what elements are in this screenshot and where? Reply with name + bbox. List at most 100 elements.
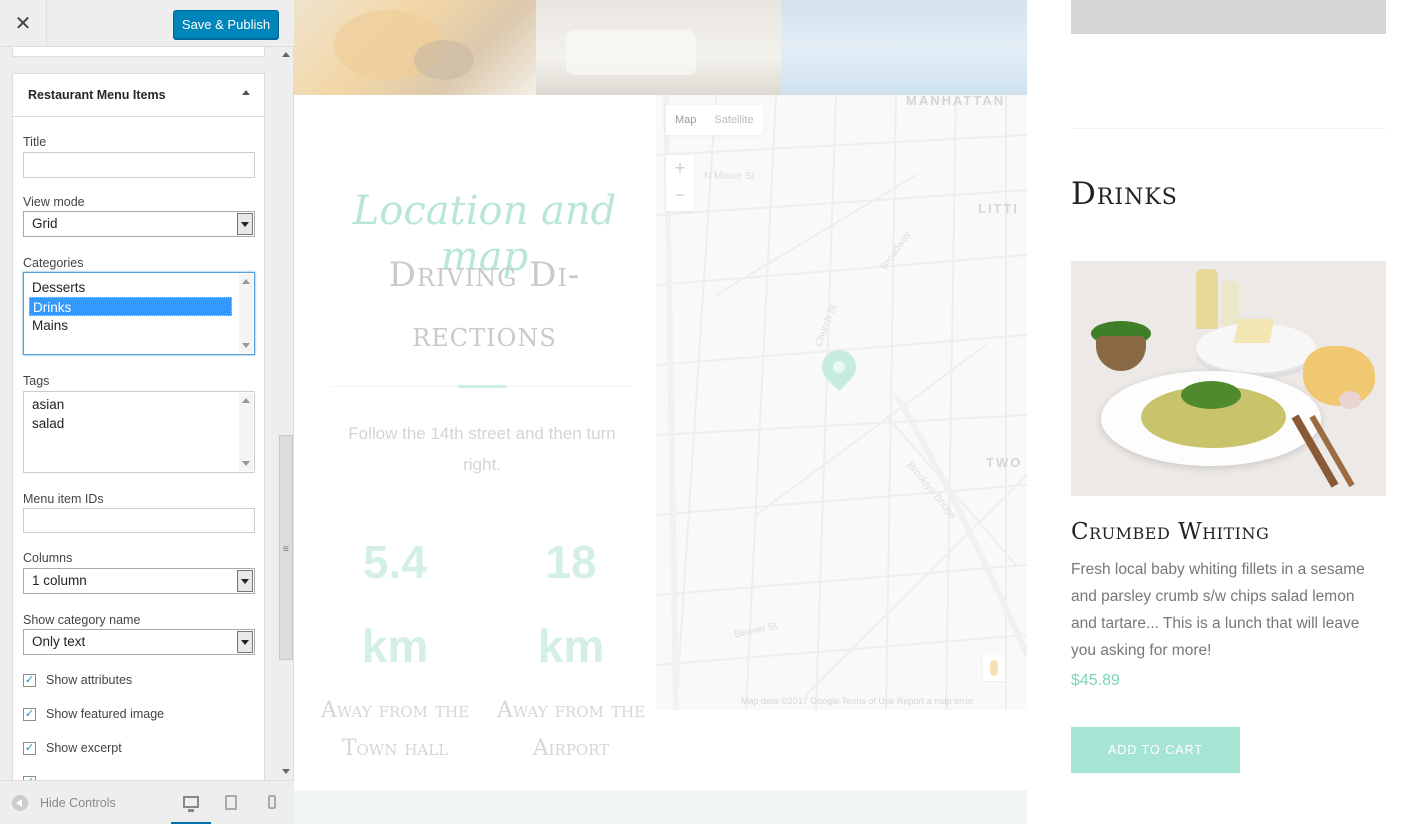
sidebar-scrollbar[interactable]: ≡ — [279, 47, 293, 780]
gallery-image-food — [294, 0, 536, 95]
stat-airport: 18 km Away from the Airport — [496, 520, 646, 768]
divider — [1071, 128, 1386, 129]
show-excerpt-label: Show excerpt — [46, 741, 122, 755]
stat-unit: km — [361, 620, 429, 672]
category-option-drinks[interactable]: Drinks — [29, 297, 232, 316]
show-excerpt-checkbox[interactable]: ✓ — [23, 741, 36, 755]
preview-mobile-button[interactable] — [252, 793, 292, 824]
show-featured-image-label: Show featured image — [46, 707, 165, 721]
menu-ids-label: Menu item IDs — [23, 492, 104, 506]
show-excerpt-row[interactable]: ✓ Show excerpt — [23, 739, 122, 757]
categories-scrollbar[interactable] — [239, 274, 253, 353]
map-label-litti: LITTI — [978, 201, 1020, 216]
preview-desktop-button[interactable] — [171, 793, 211, 824]
hide-controls-label: Hide Controls — [40, 796, 116, 810]
gallery-strip — [294, 0, 1027, 95]
map-zoom-control: + − — [666, 155, 694, 211]
preview-footer-band — [294, 790, 1027, 824]
gallery-image-pool — [781, 0, 1027, 95]
columns-label: Columns — [23, 551, 73, 565]
close-customizer-button[interactable]: ✕ — [0, 0, 47, 47]
menu-category-title: Drinks — [1071, 176, 1178, 212]
stat-label: Away from the Airport — [496, 698, 646, 761]
street-view-pegman-icon[interactable] — [983, 655, 1005, 681]
category-option-mains[interactable]: Mains — [29, 316, 232, 335]
stat-label: Away from the Town hall — [320, 698, 470, 761]
stat-value: 18 — [545, 536, 597, 588]
divider-accent — [458, 385, 506, 388]
map-type-satellite[interactable]: Satellite — [705, 105, 762, 135]
location-text: Follow the 14th street and then turn rig… — [348, 424, 616, 474]
sidebar-scroll-area: Restaurant Menu Items Title View mode Gr… — [0, 47, 294, 780]
google-map[interactable]: Map Satellite + − MANHATTAN LITTI TWO N … — [656, 95, 1027, 710]
categories-listbox[interactable]: Desserts Drinks Mains — [23, 272, 255, 355]
customizer-header: ✕ Save & Publish — [0, 0, 294, 47]
scrollbar-thumb[interactable]: ≡ — [279, 435, 293, 660]
show-category-value: Only text — [32, 634, 86, 649]
menu-column: Drinks Crumbed Whiting Fresh local baby … — [1027, 0, 1411, 824]
view-mode-select[interactable]: Grid — [23, 211, 255, 237]
chevron-down-icon[interactable] — [237, 213, 253, 235]
tablet-icon — [225, 795, 237, 810]
restaurant-menu-widget: Restaurant Menu Items Title View mode Gr… — [12, 73, 265, 780]
columns-value: 1 column — [32, 573, 87, 588]
scroll-down-arrow-icon[interactable] — [282, 769, 290, 774]
collapse-icon — [12, 795, 28, 811]
columns-select[interactable]: 1 column — [23, 568, 255, 594]
map-type-map[interactable]: Map — [666, 105, 705, 135]
stat-unit: km — [537, 620, 605, 672]
widget-title: Restaurant Menu Items — [28, 88, 166, 102]
previous-section — [12, 47, 265, 57]
tag-option-salad[interactable]: salad — [29, 414, 232, 433]
location-title: Driving Di-rections — [388, 255, 581, 355]
chevron-down-icon[interactable] — [237, 631, 253, 653]
hide-controls-button[interactable]: Hide Controls — [12, 795, 116, 811]
customizer-sidebar: ✕ Save & Publish Restaurant Menu Items T… — [0, 0, 294, 824]
widget-header[interactable]: Restaurant Menu Items — [13, 74, 264, 117]
tags-label: Tags — [23, 374, 50, 388]
collapse-arrow-icon[interactable] — [242, 90, 250, 95]
tags-listbox[interactable]: asian salad — [23, 391, 255, 473]
show-featured-image-checkbox[interactable]: ✓ — [23, 707, 36, 721]
category-option-desserts[interactable]: Desserts — [29, 278, 232, 297]
previous-item-image — [1071, 0, 1386, 34]
title-label: Title — [23, 135, 47, 149]
chevron-down-icon[interactable] — [237, 570, 253, 592]
map-type-toggle[interactable]: Map Satellite — [666, 105, 763, 135]
show-attributes-checkbox[interactable]: ✓ — [23, 673, 36, 687]
view-mode-value: Grid — [32, 216, 58, 231]
view-mode-label: View mode — [23, 195, 85, 209]
categories-label: Categories — [23, 256, 84, 270]
preview-tablet-button[interactable] — [211, 793, 251, 824]
dish-description: Fresh local baby whiting fillets in a se… — [1071, 561, 1365, 659]
mobile-icon — [268, 795, 276, 809]
stat-value: 5.4 — [363, 536, 427, 588]
next-option-row[interactable]: ✓ — [23, 773, 46, 780]
customizer-footer: Hide Controls — [0, 780, 294, 824]
add-to-cart-button[interactable]: ADD TO CART — [1071, 727, 1240, 773]
show-featured-image-row[interactable]: ✓ Show featured image — [23, 705, 164, 723]
show-category-select[interactable]: Only text — [23, 629, 255, 655]
tags-scrollbar[interactable] — [239, 393, 253, 471]
menu-ids-input[interactable] — [23, 508, 255, 533]
dish-image[interactable] — [1071, 261, 1386, 496]
map-attribution: Map data ©2017 Google Terms of Use Repor… — [741, 696, 974, 706]
desktop-icon — [183, 796, 199, 812]
site-preview: Location and map Driving Di-rections Fol… — [294, 0, 1027, 824]
map-streets — [656, 95, 1027, 710]
map-label-manhattan: MANHATTAN — [906, 95, 1006, 108]
dish-price: $45.89 — [1071, 672, 1120, 689]
show-attributes-label: Show attributes — [46, 673, 133, 687]
map-label-two: TWO — [986, 455, 1023, 470]
zoom-out-button[interactable]: − — [666, 182, 694, 209]
map-label-moore: N Moore St — [704, 171, 755, 182]
zoom-in-button[interactable]: + — [666, 155, 694, 182]
show-attributes-row[interactable]: ✓ Show attributes — [23, 671, 132, 689]
scroll-up-arrow-icon[interactable] — [282, 52, 290, 57]
dish-name[interactable]: Crumbed Whiting — [1071, 519, 1269, 545]
save-publish-button[interactable]: Save & Publish — [173, 10, 279, 39]
show-category-label: Show category name — [23, 613, 141, 627]
tag-option-asian[interactable]: asian — [29, 395, 232, 414]
stat-town-hall: 5.4 km Away from the Town hall — [320, 520, 470, 768]
title-input[interactable] — [23, 152, 255, 178]
